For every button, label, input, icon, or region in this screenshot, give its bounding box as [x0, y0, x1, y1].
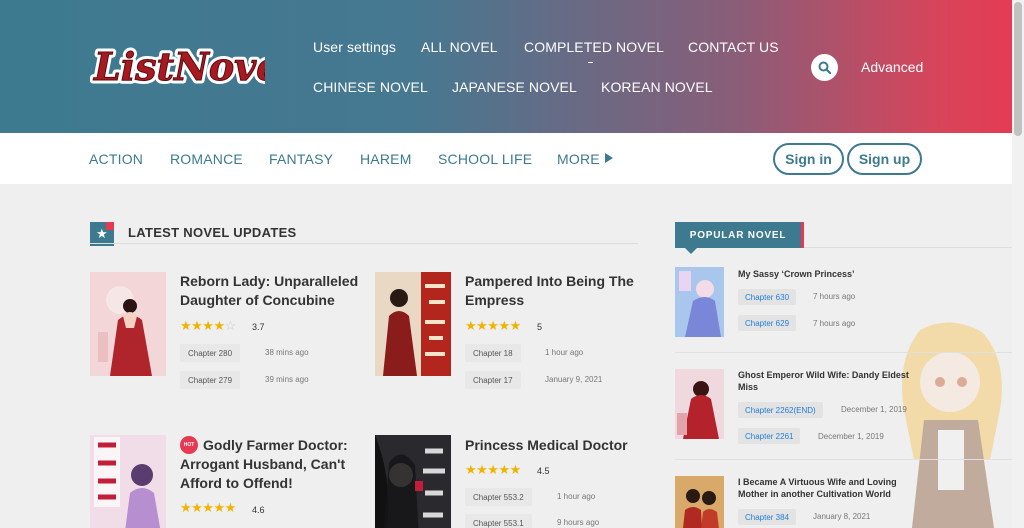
rating-value: 4.5	[537, 466, 550, 476]
popular-title[interactable]: My Sassy ‘Crown Princess’	[738, 268, 918, 280]
divider	[675, 459, 1012, 460]
genre-romance[interactable]: ROMANCE	[170, 151, 243, 167]
site-logo[interactable]: ListNovel ListNovel	[90, 36, 265, 94]
star-rating: ★★★★★	[465, 462, 521, 477]
novel-cover-image	[90, 272, 166, 376]
rating-value: 4.6	[252, 505, 265, 515]
novel-cover[interactable]	[375, 435, 451, 528]
nav-chinese-novel[interactable]: CHINESE NOVEL	[313, 79, 428, 95]
update-time: 38 mins ago	[265, 348, 309, 357]
popular-cover[interactable]	[675, 369, 724, 439]
novel-title[interactable]: Pampered Into Being The Empress	[465, 272, 645, 310]
popular-chapter-link[interactable]: Chapter 629	[738, 315, 797, 331]
genre-fantasy[interactable]: FANTASY	[269, 151, 333, 167]
star-rating: ★★★★★	[180, 500, 236, 515]
novel-cover[interactable]	[90, 435, 166, 528]
popular-chapter-link[interactable]: Chapter 384	[738, 509, 797, 525]
chapter-link[interactable]: Chapter 280	[180, 344, 241, 362]
popular-chapter-link[interactable]: Chapter 2261	[738, 428, 801, 444]
popular-heading-notch	[685, 248, 697, 254]
nav-all-novel[interactable]: ALL NOVEL	[421, 39, 498, 55]
update-time: January 9, 2021	[545, 375, 603, 384]
novel-cover-image	[375, 435, 451, 528]
popular-title[interactable]: I Became A Virtuous Wife and Loving Moth…	[738, 476, 918, 500]
update-time: 7 hours ago	[813, 292, 856, 301]
genre-more[interactable]: MORE	[557, 151, 600, 167]
novel-cover-image	[90, 435, 166, 528]
chapter-link[interactable]: Chapter 17	[465, 371, 521, 389]
star-icon: ★	[96, 226, 108, 241]
logo-text: ListNovel	[93, 44, 265, 89]
update-time: 9 hours ago	[557, 518, 600, 527]
chapter-link[interactable]: Chapter 18	[465, 344, 521, 362]
nav-japanese-novel[interactable]: JAPANESE NOVEL	[452, 79, 577, 95]
update-time: 1 hour ago	[557, 492, 596, 501]
chapter-link[interactable]: Chapter 279	[180, 371, 241, 389]
chapter-link[interactable]: Chapter 553.2	[465, 488, 532, 506]
genre-school-life[interactable]: SCHOOL LIFE	[438, 151, 532, 167]
more-arrow-icon[interactable]	[605, 153, 613, 163]
novel-title[interactable]: Godly Farmer Doctor: Arrogant Husband, C…	[180, 436, 360, 493]
divider	[675, 352, 1012, 353]
popular-chapter-link[interactable]: Chapter 2262(END)	[738, 402, 823, 418]
sign-up-button[interactable]: Sign up	[847, 143, 922, 175]
nav-korean-novel[interactable]: KOREAN NOVEL	[601, 79, 713, 95]
update-time: 1 hour ago	[545, 348, 584, 357]
novel-title[interactable]: Reborn Lady: Unparalleled Daughter of Co…	[180, 272, 360, 310]
update-time: January 8, 2021	[813, 512, 871, 521]
novel-cover-image	[375, 272, 451, 376]
star-rating: ★★★★☆	[180, 318, 236, 333]
nav-user-settings[interactable]: User settings	[313, 39, 396, 55]
rating-value: 3.7	[252, 322, 265, 332]
divider	[90, 243, 638, 244]
popular-cover-image	[675, 369, 724, 439]
page-scrollbar-thumb[interactable]	[1014, 2, 1022, 136]
nav-contact-us[interactable]: CONTACT US	[688, 39, 779, 55]
advanced-search-link[interactable]: Advanced	[861, 59, 923, 75]
update-time: 7 hours ago	[813, 319, 856, 328]
genre-action[interactable]: ACTION	[89, 151, 143, 167]
novel-cover[interactable]	[375, 272, 451, 376]
popular-title[interactable]: Ghost Emperor Wild Wife: Dandy Eldest Mi…	[738, 369, 918, 393]
popular-cover-image	[675, 267, 724, 337]
search-button[interactable]	[811, 54, 838, 81]
chapter-link[interactable]: Chapter 553.1	[465, 514, 532, 528]
popular-cover-image	[675, 476, 724, 528]
latest-heading: LATEST NOVEL UPDATES	[128, 225, 297, 240]
novel-cover[interactable]	[90, 272, 166, 376]
nav-active-indicator	[588, 62, 593, 63]
popular-chapter-link[interactable]: Chapter 630	[738, 289, 797, 305]
update-time: December 1, 2019	[841, 405, 907, 414]
popular-cover[interactable]	[675, 476, 724, 528]
update-time: 39 mins ago	[265, 375, 309, 384]
update-time: December 1, 2019	[818, 432, 884, 441]
popular-cover[interactable]	[675, 267, 724, 337]
star-rating: ★★★★★	[465, 318, 521, 333]
rating-value: 5	[537, 322, 543, 332]
nav-completed-novel[interactable]: COMPLETED NOVEL	[524, 39, 664, 55]
sign-in-button[interactable]: Sign in	[773, 143, 844, 175]
novel-title[interactable]: Princess Medical Doctor	[465, 436, 645, 455]
popular-heading: POPULAR NOVEL	[675, 222, 804, 248]
search-icon	[818, 61, 831, 74]
genre-harem[interactable]: HAREM	[360, 151, 412, 167]
